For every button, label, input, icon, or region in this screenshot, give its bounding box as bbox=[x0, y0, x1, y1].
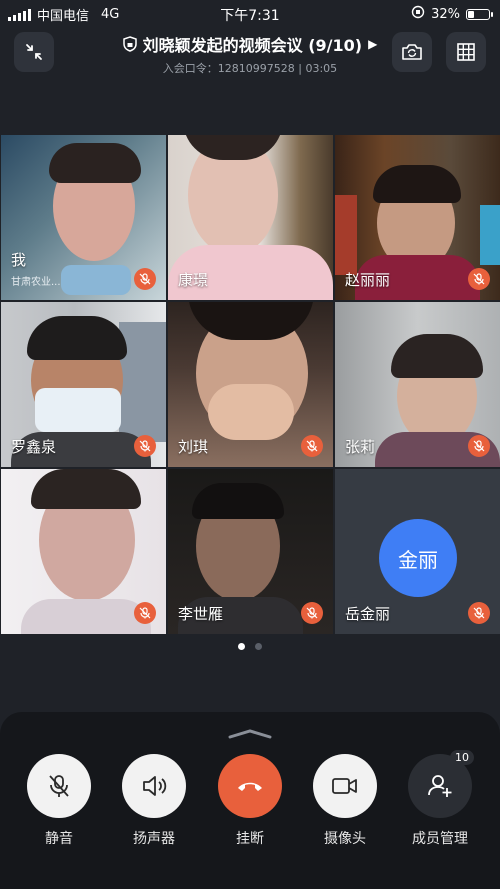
video-tile[interactable]: 金丽 岳金丽 bbox=[335, 469, 500, 634]
members-label: 成员管理 bbox=[412, 831, 468, 847]
video-tile[interactable]: 刘琪 bbox=[168, 302, 333, 467]
mic-off-icon bbox=[468, 268, 490, 290]
switch-camera-button[interactable] bbox=[392, 32, 432, 72]
switch-camera-icon bbox=[402, 44, 422, 60]
page-indicator[interactable] bbox=[0, 643, 500, 650]
mic-off-icon bbox=[301, 435, 323, 457]
status-bar: 中国电信 4G 下午7:31 32% bbox=[0, 0, 500, 26]
camera-button[interactable]: 摄像头 bbox=[305, 754, 385, 848]
mic-off-icon bbox=[134, 602, 156, 624]
meeting-title: 刘晓颖发起的视频会议 (9/10) bbox=[142, 36, 363, 55]
grid-view-button[interactable] bbox=[446, 32, 486, 72]
mic-off-icon bbox=[468, 602, 490, 624]
add-member-icon bbox=[428, 775, 452, 797]
participant-org: 甘肃农业... bbox=[11, 277, 61, 288]
participant-name: 岳金丽 bbox=[345, 605, 391, 623]
video-tile[interactable] bbox=[1, 469, 166, 634]
caret-right-icon: ▶ bbox=[368, 37, 378, 51]
mic-off-icon bbox=[301, 602, 323, 624]
avatar: 金丽 bbox=[379, 519, 457, 597]
hangup-icon bbox=[238, 782, 262, 791]
speaker-label: 扬声器 bbox=[133, 831, 175, 847]
hangup-button[interactable]: 挂断 bbox=[210, 754, 290, 848]
control-panel: 静音 扬声器 挂断 摄像头 10 成员管理 bbox=[0, 712, 500, 889]
lock-shield-icon bbox=[122, 36, 137, 52]
participant-name: 张莉 bbox=[345, 438, 376, 456]
meeting-subtitle: 入会口令：12810997528 | 03:05 bbox=[162, 62, 338, 75]
status-right: 32% bbox=[411, 5, 493, 23]
speaker-button[interactable]: 扬声器 bbox=[114, 754, 194, 848]
participant-name: 康璟 bbox=[178, 271, 209, 289]
mic-off-icon bbox=[468, 435, 490, 457]
camera-label: 摄像头 bbox=[324, 831, 366, 847]
participant-name: 赵丽丽 bbox=[345, 271, 391, 289]
page-dot-active[interactable] bbox=[238, 643, 245, 650]
meeting-header[interactable]: 刘晓颖发起的视频会议 (9/10) ▶ 入会口令：12810997528 | 0… bbox=[110, 32, 390, 76]
video-tile[interactable]: 赵丽丽 bbox=[335, 135, 500, 300]
speaker-icon bbox=[143, 776, 167, 796]
video-tile[interactable]: 罗鑫泉 bbox=[1, 302, 166, 467]
mic-off-icon bbox=[134, 268, 156, 290]
mute-label: 静音 bbox=[45, 831, 73, 847]
member-count-badge: 10 bbox=[450, 750, 474, 765]
minimize-button[interactable] bbox=[14, 32, 54, 72]
hangup-label: 挂断 bbox=[236, 831, 264, 847]
participant-name: 我 bbox=[11, 251, 27, 269]
video-tile[interactable]: 张莉 bbox=[335, 302, 500, 467]
page-dot[interactable] bbox=[255, 643, 262, 650]
collapse-handle-icon[interactable] bbox=[226, 729, 274, 739]
minimize-icon bbox=[26, 44, 42, 60]
battery-percent: 32% bbox=[431, 6, 460, 22]
grid-icon bbox=[457, 43, 475, 61]
video-tile[interactable]: 康璟 bbox=[168, 135, 333, 300]
mic-off-icon bbox=[134, 435, 156, 457]
video-tile[interactable]: 李世雁 bbox=[168, 469, 333, 634]
battery-icon bbox=[466, 8, 493, 20]
video-camera-icon bbox=[332, 778, 357, 794]
participant-name: 李世雁 bbox=[178, 605, 224, 623]
orientation-lock-icon bbox=[411, 5, 425, 23]
mic-off-icon bbox=[49, 775, 69, 797]
mute-button[interactable]: 静音 bbox=[19, 754, 99, 848]
participant-name: 罗鑫泉 bbox=[11, 438, 57, 456]
video-tile-me[interactable]: 我 甘肃农业... bbox=[1, 135, 166, 300]
participant-name: 刘琪 bbox=[178, 438, 209, 456]
members-button[interactable]: 10 成员管理 bbox=[400, 750, 480, 848]
